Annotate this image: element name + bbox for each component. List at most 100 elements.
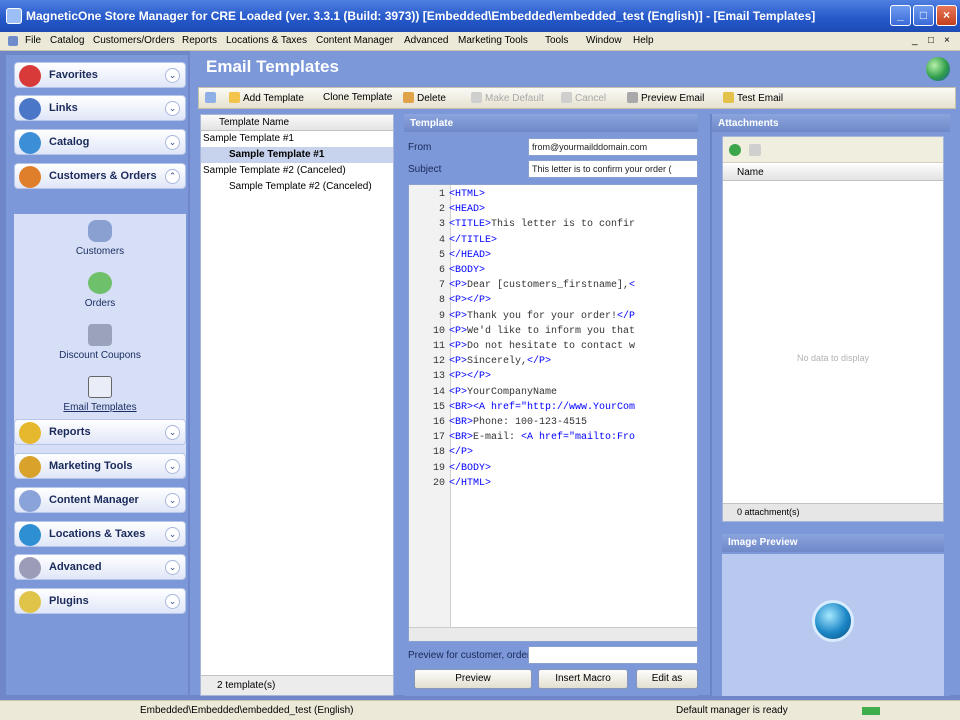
code-line: 1 <HTML> [409,189,485,204]
sidebar-item-customers-orders[interactable]: Customers & Orders ⌃ [14,163,186,189]
customers-icon [19,166,41,188]
mdi-close-icon[interactable]: × [944,35,950,46]
sidebar-label: Reports [49,426,91,438]
code-line: 19 </BODY> [409,463,491,478]
maximize-button[interactable]: □ [913,5,934,26]
code-text: <P>Do not hesitate to contact w [449,341,636,352]
preview-for-label: Preview for customer, order [408,650,531,661]
list-item[interactable]: Sample Template #1 [201,131,393,147]
chevron-down-icon[interactable]: ⌄ [165,101,180,116]
sidebar-item-marketing-tools[interactable]: Marketing Tools ⌄ [14,453,186,479]
main-content: Email Templates Add Template Clone Templ… [190,51,960,696]
chevron-up-icon[interactable]: ⌃ [165,169,180,184]
list-item[interactable]: Sample Template #2 (Canceled) [201,179,393,195]
test-email-button[interactable]: Test Email [723,92,783,104]
panel-header: Attachments [712,114,950,132]
sidebar-item-locations-taxes[interactable]: Locations & Taxes ⌄ [14,521,186,547]
code-line: 17 <BR>E-mail: <A href="mailto:Fro [409,432,635,447]
menu-locations-taxes[interactable]: Locations & Taxes [226,35,307,46]
sidebar-item-content-manager[interactable]: Content Manager ⌄ [14,487,186,513]
line-number: 7 [438,280,445,292]
menu-tools[interactable]: Tools [545,35,568,46]
menu-advanced[interactable]: Advanced [404,35,448,46]
delete-label: Delete [417,93,446,104]
chevron-down-icon[interactable]: ⌄ [165,560,180,575]
subject-field[interactable]: This letter is to confirm your order ( [528,160,698,178]
menu-window[interactable]: Window [586,35,622,46]
chevron-down-icon[interactable]: ⌄ [165,68,180,83]
horizontal-scrollbar[interactable] [409,627,697,641]
make-default-button[interactable]: Make Default [471,92,544,104]
close-button[interactable]: × [936,5,957,26]
line-number: 5 [438,249,445,261]
minimize-button[interactable]: _ [890,5,911,26]
column-header[interactable]: Name [723,165,943,181]
menu-catalog[interactable]: Catalog [50,35,84,46]
preview-customer-field[interactable] [528,646,698,664]
add-template-button[interactable]: Add Template [229,92,304,104]
add-attachment-icon[interactable] [729,144,741,156]
nav-customers[interactable]: Customers [14,220,186,257]
line-number: 20 [432,477,445,489]
nav-email-templates[interactable]: Email Templates [14,376,186,413]
page-title: Email Templates [206,57,339,76]
chevron-down-icon[interactable]: ⌄ [165,594,180,609]
sidebar-item-links[interactable]: Links ⌄ [14,95,186,121]
mdi-minimize-icon[interactable]: _ [912,35,918,46]
menu-content-manager[interactable]: Content Manager [316,35,393,46]
chevron-down-icon[interactable]: ⌄ [165,459,180,474]
discount-coupons-icon [88,324,112,346]
remove-attachment-icon[interactable] [749,144,761,156]
plugins-icon [19,591,41,613]
column-header[interactable]: Template Name [201,115,393,131]
nav-orders[interactable]: Orders [14,272,186,309]
attachments-grid: Name No data to display 0 attachment(s) [722,136,944,522]
advanced-icon [19,557,41,579]
sidebar-item-reports[interactable]: Reports ⌄ [14,419,186,445]
preview-email-button[interactable]: Preview Email [627,92,704,104]
menu-help[interactable]: Help [633,35,654,46]
code-line: 10 <P>We'd like to inform you that [409,326,635,341]
sidebar-label: Marketing Tools [49,460,133,472]
menu-file[interactable]: File [25,35,41,46]
menu-marketing-tools[interactable]: Marketing Tools [458,35,528,46]
refresh-button[interactable] [205,92,219,104]
sidebar-item-catalog[interactable]: Catalog ⌄ [14,129,186,155]
code-text: <P>Sincerely,</P> [449,356,552,368]
sidebar-item-favorites[interactable]: Favorites ⌄ [14,62,186,88]
clone-template-button[interactable]: Clone Template [323,92,392,103]
code-line: 8 <P></P> [409,295,491,310]
cancel-label: Cancel [575,93,607,104]
code-text: <P></P> [449,371,492,383]
sidebar-item-plugins[interactable]: Plugins ⌄ [14,588,186,614]
chevron-down-icon[interactable]: ⌄ [165,425,180,440]
preview-button[interactable]: Preview [414,669,532,689]
nav-discount-coupons[interactable]: Discount Coupons [14,324,186,361]
insert-macro-button[interactable]: Insert Macro [538,669,628,689]
edit-as-button[interactable]: Edit as [636,669,698,689]
heart-icon [19,65,41,87]
sidebar-label: Content Manager [49,494,139,506]
list-item[interactable]: Sample Template #2 (Canceled) [201,163,393,179]
from-field[interactable]: from@yourmailddomain.com [528,138,698,156]
menu-customers-orders[interactable]: Customers/Orders [93,35,175,46]
list-item[interactable]: Sample Template #1 [201,147,393,163]
attachments-footer: 0 attachment(s) [723,503,943,521]
code-editor[interactable]: 1 <HTML> 2 <HEAD> 3 <TITLE>This letter is to … [408,184,698,642]
code-text: <HTML> [449,189,486,200]
chevron-down-icon[interactable]: ⌄ [165,493,180,508]
chevron-down-icon[interactable]: ⌄ [165,527,180,542]
code-line: 9 <P>Thank you for your order!</P [409,311,635,326]
code-text: <P>Thank you for your order!</P [449,310,636,322]
status-bar: Embedded\Embedded\embedded_test (English… [0,700,960,720]
sidebar-item-advanced[interactable]: Advanced ⌄ [14,554,186,580]
marketing-tools-icon [19,456,41,478]
catalog-icon [19,132,41,154]
cancel-button[interactable]: Cancel [561,92,606,104]
line-number: 15 [432,401,445,413]
delete-button[interactable]: Delete [403,92,446,104]
sidebar-label: Advanced [49,561,102,573]
menu-reports[interactable]: Reports [182,35,217,46]
mdi-restore-icon[interactable]: □ [928,35,934,46]
chevron-down-icon[interactable]: ⌄ [165,135,180,150]
